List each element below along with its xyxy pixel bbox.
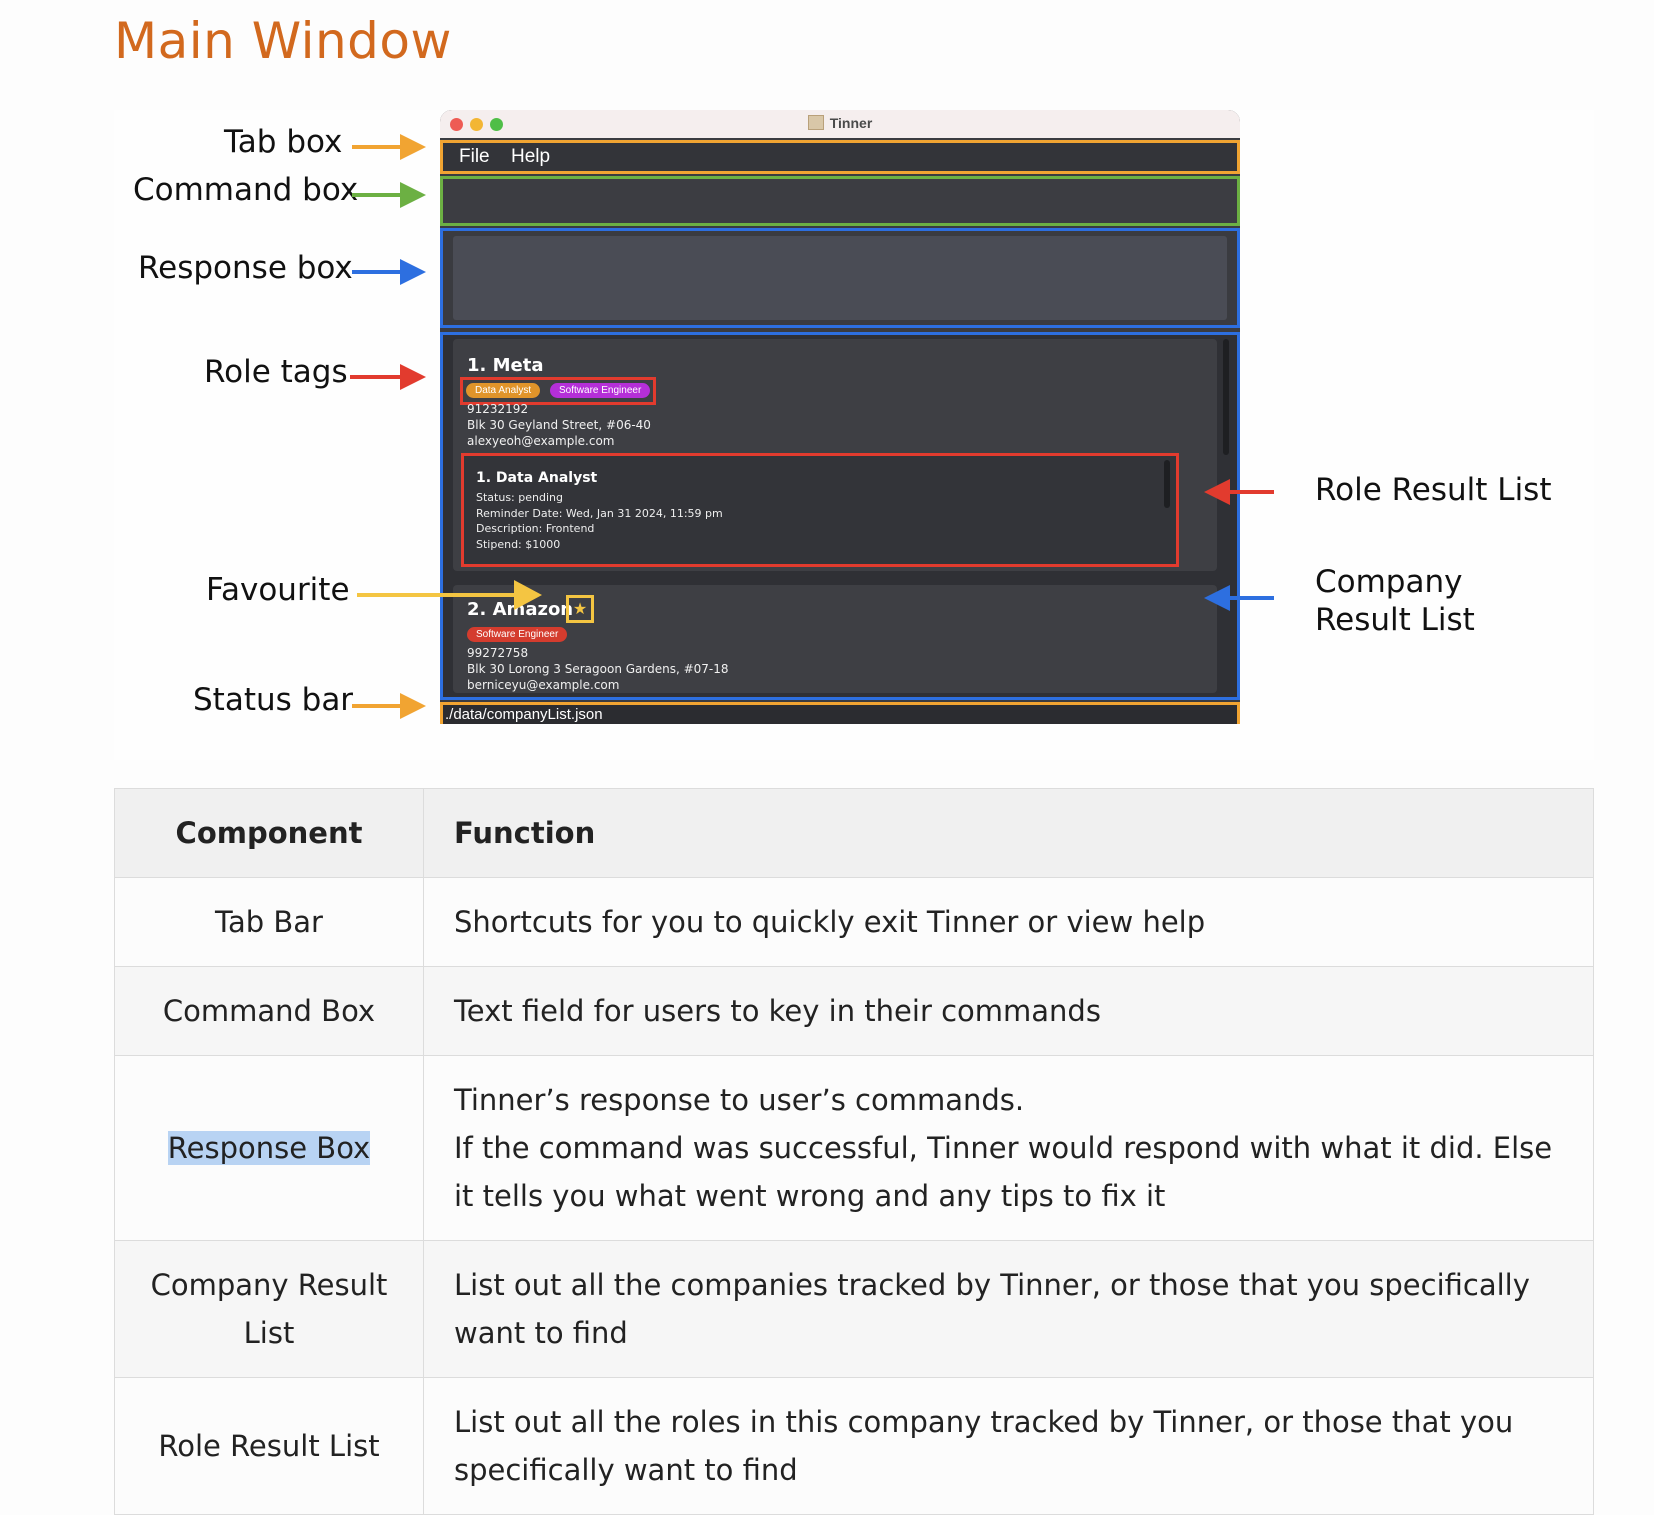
- function-cell: Tinner’s response to user’s commands. If …: [423, 1055, 1594, 1241]
- menu-help[interactable]: Help: [511, 146, 550, 168]
- function-line: If the command was successful, Tinner wo…: [454, 1131, 1553, 1213]
- column-header-function: Function: [423, 788, 1594, 878]
- function-cell: Shortcuts for you to quickly exit Tinner…: [423, 877, 1594, 967]
- response-box-label: Response box: [138, 250, 353, 286]
- status-bar-arrow: [352, 693, 426, 719]
- function-cell: List out all the roles in this company t…: [423, 1377, 1594, 1515]
- menu-file[interactable]: File: [459, 146, 490, 168]
- component-cell: Tab Bar: [114, 877, 424, 967]
- company-card[interactable]: 1. Meta Data Analyst Software Engineer 9…: [453, 339, 1217, 571]
- company-phone: 99272758: [467, 646, 529, 660]
- tinner-app-window: Tinner File Help 1. Meta Data Analyst So…: [440, 110, 1240, 760]
- status-bar-label: Status bar: [193, 682, 354, 718]
- response-box: [440, 228, 1240, 328]
- main-window-diagram: Tab box Command box Response box Role ta…: [114, 110, 1594, 760]
- component-line: List: [243, 1316, 295, 1350]
- component-cell: Command Box: [114, 966, 424, 1056]
- component-cell: Company Result List: [114, 1240, 424, 1378]
- role-result-list-label: Role Result List: [1315, 472, 1552, 508]
- role-title: 1. Data Analyst: [476, 470, 598, 486]
- function-line: Tinner’s response to user’s commands.: [454, 1083, 1025, 1117]
- column-header-component: Component: [114, 788, 424, 878]
- role-description: Description: Frontend: [476, 522, 595, 535]
- favourite-label: Favourite: [206, 572, 350, 608]
- role-stipend: Stipend: $1000: [476, 538, 561, 551]
- table-row: Company Result List List out all the comp…: [114, 1240, 1594, 1378]
- company-result-list-label-line2: Result List: [1315, 602, 1475, 638]
- tab-box-arrow: [352, 134, 426, 160]
- company-email: berniceyu@example.com: [467, 678, 620, 692]
- role-tag: Software Engineer: [467, 627, 568, 642]
- window-title: Tinner: [440, 115, 1240, 131]
- command-box[interactable]: [440, 176, 1240, 226]
- company-name: 1. Meta: [467, 355, 544, 376]
- table-row: Response Box Tinner’s response to user’s…: [114, 1055, 1594, 1241]
- function-cell: List out all the companies tracked by Ti…: [423, 1240, 1594, 1378]
- role-reminder: Reminder Date: Wed, Jan 31 2024, 11:59 p…: [476, 507, 723, 520]
- component-cell: Response Box: [114, 1055, 424, 1241]
- role-tags-arrow: [350, 364, 426, 390]
- company-list-scrollbar[interactable]: [1223, 339, 1229, 455]
- components-table: Component Function Tab Bar Shortcuts for…: [114, 788, 1594, 1515]
- component-cell: Role Result List: [114, 1377, 424, 1515]
- role-list-scrollbar[interactable]: [1164, 460, 1170, 508]
- favourite-star-icon[interactable]: ★: [566, 595, 594, 623]
- selected-text: Response Box: [167, 1131, 371, 1165]
- company-phone: 91232192: [467, 402, 529, 416]
- response-box-arrow: [352, 259, 426, 285]
- component-line: Company Result: [150, 1268, 388, 1302]
- command-box-arrow: [352, 182, 426, 208]
- role-status: Status: pending: [476, 491, 563, 504]
- role-tag: Software Engineer: [550, 383, 651, 398]
- role-tags: Data Analyst Software Engineer: [460, 377, 656, 405]
- company-card[interactable]: 2. Amazon ★ Software Engineer 99272758 B…: [453, 585, 1217, 693]
- command-box-label: Command box: [133, 172, 359, 208]
- company-email: alexyeoh@example.com: [467, 434, 615, 448]
- table-row: Command Box Text field for users to key …: [114, 966, 1594, 1056]
- table-header-row: Component Function: [114, 788, 1594, 878]
- app-icon: [807, 115, 824, 130]
- tab-box-label: Tab box: [224, 124, 343, 160]
- role-tag: Data Analyst: [466, 383, 541, 398]
- function-cell: Text field for users to key in their com…: [423, 966, 1594, 1056]
- table-row: Tab Bar Shortcuts for you to quickly exi…: [114, 877, 1594, 967]
- response-text-area: [453, 236, 1227, 320]
- figure-bottom-space: [440, 724, 1240, 760]
- company-result-list-label-line1: Company: [1315, 564, 1463, 600]
- status-path: ./data/companyList.json: [445, 706, 603, 723]
- company-result-list: 1. Meta Data Analyst Software Engineer 9…: [440, 332, 1240, 700]
- page-heading: Main Window: [114, 12, 452, 70]
- role-result-list: 1. Data Analyst Status: pending Reminder…: [461, 453, 1179, 567]
- company-name: 2. Amazon: [467, 599, 574, 620]
- table-row: Role Result List List out all the roles …: [114, 1377, 1594, 1515]
- company-address: Blk 30 Geyland Street, #06-40: [467, 418, 651, 432]
- role-tags-label: Role tags: [204, 354, 348, 390]
- tab-box: File Help: [440, 140, 1240, 174]
- window-titlebar: Tinner: [440, 110, 1240, 138]
- window-title-text: Tinner: [829, 115, 873, 131]
- company-address: Blk 30 Lorong 3 Seragoon Gardens, #07-18: [467, 662, 729, 676]
